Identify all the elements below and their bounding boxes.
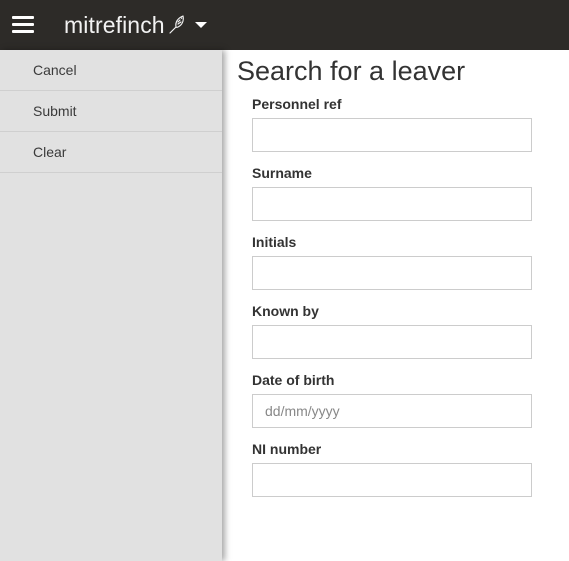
field-known-by: Known by — [252, 302, 532, 359]
sidebar-item-label: Cancel — [33, 62, 77, 78]
ni-number-label: NI number — [252, 441, 322, 457]
surname-label: Surname — [252, 165, 312, 181]
personnel-ref-label: Personnel ref — [252, 96, 342, 112]
search-form: Personnel ref Surname Initials Known by … — [252, 95, 532, 509]
sidebar-item-cancel[interactable]: Cancel — [0, 50, 222, 91]
field-date-of-birth: Date of birth — [252, 371, 532, 428]
field-ni-number: NI number — [252, 440, 532, 497]
ni-number-input[interactable] — [252, 463, 532, 497]
initials-input[interactable] — [252, 256, 532, 290]
hamburger-menu-icon[interactable] — [12, 15, 34, 35]
known-by-label: Known by — [252, 303, 319, 319]
field-personnel-ref: Personnel ref — [252, 95, 532, 152]
field-surname: Surname — [252, 164, 532, 221]
sidebar: Cancel Submit Clear — [0, 50, 222, 561]
brand-dropdown[interactable]: mitrefinch — [64, 10, 207, 40]
initials-label: Initials — [252, 234, 297, 250]
page-title: Search for a leaver — [237, 56, 466, 86]
field-initials: Initials — [252, 233, 532, 290]
main-content: Search for a leaver Personnel ref Surnam… — [222, 50, 569, 561]
caret-down-icon — [194, 22, 207, 28]
date-of-birth-input[interactable] — [252, 394, 532, 428]
personnel-ref-input[interactable] — [252, 118, 532, 152]
date-of-birth-label: Date of birth — [252, 372, 335, 388]
sidebar-item-label: Submit — [33, 103, 77, 119]
sidebar-item-label: Clear — [33, 144, 67, 160]
sidebar-item-submit[interactable]: Submit — [0, 91, 222, 132]
known-by-input[interactable] — [252, 325, 532, 359]
top-navbar: mitrefinch — [0, 0, 569, 50]
sidebar-item-clear[interactable]: Clear — [0, 132, 222, 173]
bird-logo-icon — [169, 15, 184, 34]
surname-input[interactable] — [252, 187, 532, 221]
brand-name: mitrefinch — [64, 11, 165, 38]
